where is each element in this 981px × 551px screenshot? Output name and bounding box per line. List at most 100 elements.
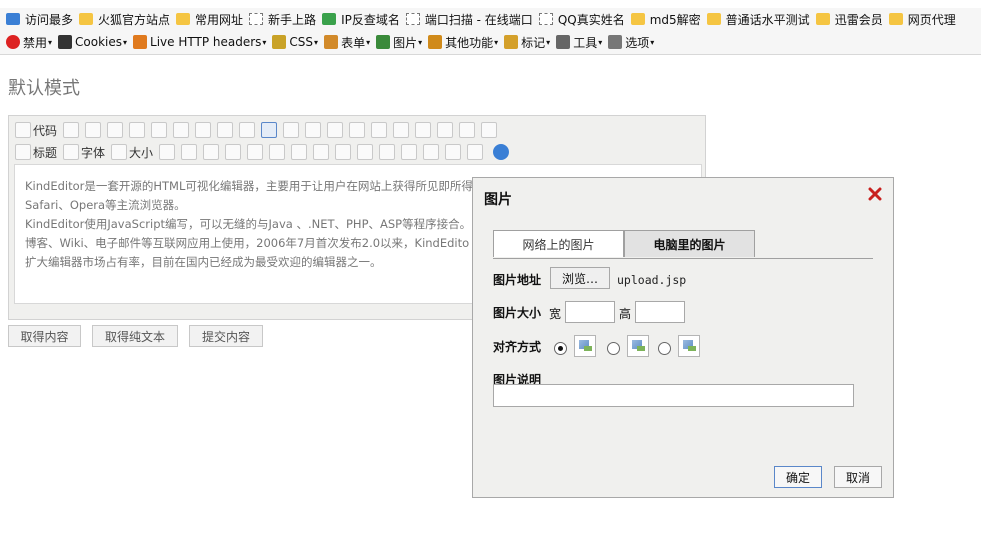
bookmark-label: 迅雷会员 (834, 12, 883, 27)
devbar-menu[interactable]: 其他功能 ▾ (428, 34, 498, 51)
folder-icon (79, 13, 94, 25)
headers-icon (133, 35, 148, 49)
font-button[interactable]: 字体 (63, 144, 105, 161)
height-input[interactable] (635, 301, 685, 323)
copy-icon[interactable] (173, 122, 190, 138)
width-input[interactable] (565, 301, 615, 323)
devbar-menu[interactable]: CSS ▾ (272, 35, 318, 49)
cancel-button[interactable]: 取消 (834, 466, 882, 488)
table-icon[interactable] (379, 144, 396, 160)
devbar-menu[interactable]: 图片 ▾ (376, 34, 422, 51)
preview-icon[interactable] (63, 122, 80, 138)
italic-icon[interactable] (225, 144, 242, 160)
about-icon[interactable] (493, 144, 510, 160)
cut-icon[interactable] (151, 122, 168, 138)
code-button[interactable]: 代码 (15, 122, 57, 139)
image-icon[interactable] (313, 144, 330, 160)
flash-icon[interactable] (335, 144, 352, 160)
misc-icon (428, 35, 443, 49)
devbar-menu[interactable]: Live HTTP headers ▾ (133, 35, 266, 49)
chevron-down-icon: ▾ (546, 37, 551, 47)
align-right-icon[interactable] (305, 122, 322, 138)
clear-format-icon[interactable] (481, 122, 498, 138)
bookmark-item[interactable]: 火狐官方站点 (79, 11, 170, 28)
disable-icon (6, 35, 20, 49)
devbar-menu[interactable]: 表单 ▾ (324, 34, 370, 51)
devbar-menu[interactable]: 工具 ▾ (556, 34, 602, 51)
underline-icon[interactable] (247, 144, 264, 160)
bookmark-item[interactable]: IP反查域名 (322, 11, 400, 28)
unlink-icon[interactable] (467, 144, 484, 160)
folder-icon (888, 13, 903, 25)
bookmark-item[interactable]: 常用网址 (176, 11, 243, 28)
font-icon (63, 144, 80, 160)
chevron-down-icon: ▾ (314, 37, 319, 47)
devbar-menu[interactable]: 禁用 ▾ (6, 34, 52, 51)
chevron-down-icon: ▾ (494, 37, 499, 47)
submit-button[interactable]: 提交内容 (189, 325, 263, 347)
page-icon (405, 13, 420, 25)
unordered-list-icon[interactable] (371, 122, 388, 138)
ok-button[interactable]: 确定 (774, 466, 822, 488)
tab-local-image[interactable]: 电脑里的图片 (624, 230, 755, 257)
align-left-radio[interactable] (607, 342, 620, 355)
outdent-icon[interactable] (415, 122, 432, 138)
image-dialog: 图片 网络上的图片 电脑里的图片 图片地址 浏览… upload.jsp 图片大… (472, 177, 894, 498)
align-right-radio[interactable] (658, 342, 671, 355)
paste-plain-icon[interactable] (217, 122, 234, 138)
superscript-icon[interactable] (459, 122, 476, 138)
media-icon[interactable] (357, 144, 374, 160)
strikethrough-icon[interactable] (269, 144, 286, 160)
link-icon[interactable] (445, 144, 462, 160)
bookmark-item[interactable]: QQ真实姓名 (538, 11, 625, 28)
indent-icon[interactable] (393, 122, 410, 138)
tab-remote-image[interactable]: 网络上的图片 (493, 230, 624, 257)
redo-icon[interactable] (107, 122, 124, 138)
align-justify-icon[interactable] (327, 122, 344, 138)
bookmark-item[interactable]: 普通话水平测试 (706, 11, 810, 28)
align-center-icon[interactable] (283, 122, 300, 138)
undo-icon[interactable] (85, 122, 102, 138)
devbar-menu[interactable]: 标记 ▾ (504, 34, 550, 51)
bold-icon[interactable] (203, 144, 220, 160)
bookmark-item[interactable]: 新手上路 (249, 11, 316, 28)
close-icon[interactable] (868, 187, 882, 201)
bookmark-label: 普通话水平测试 (725, 12, 810, 27)
web-developer-toolbar: 禁用 ▾ Cookies ▾ Live HTTP headers ▾ CSS ▾ 表单 ▾ 图片 ▾ 其… (0, 30, 981, 55)
bookmark-label: IP反查域名 (341, 12, 400, 27)
devbar-menu[interactable]: 选项 ▾ (608, 34, 654, 51)
browse-button[interactable]: 浏览… (550, 267, 610, 289)
print-icon[interactable] (129, 122, 146, 138)
get-html-button[interactable]: 取得内容 (8, 325, 81, 347)
globe-icon (322, 13, 337, 25)
description-input[interactable] (493, 384, 854, 407)
title-button[interactable]: 标题 (15, 144, 57, 161)
folder-icon (706, 13, 721, 25)
size-button[interactable]: 大小 (111, 144, 153, 161)
devbar-label: 表单 (341, 35, 366, 50)
ordered-list-icon[interactable] (349, 122, 366, 138)
devbar-label: 图片 (393, 35, 418, 50)
paste-word-icon[interactable] (239, 122, 256, 138)
size-label: 图片大小 (493, 306, 542, 320)
bookmark-item[interactable]: md5解密 (630, 11, 701, 28)
bookmark-item[interactable]: 网页代理 (888, 11, 956, 28)
bookmark-label: 网页代理 (907, 12, 956, 27)
bookmark-item[interactable]: 访问最多 (6, 11, 73, 28)
text-color-icon[interactable] (159, 144, 176, 160)
bookmark-label: 常用网址 (195, 12, 244, 27)
highlight-icon[interactable] (181, 144, 198, 160)
get-text-button[interactable]: 取得纯文本 (92, 325, 178, 347)
font-label: 字体 (81, 145, 106, 160)
horizontal-rule-icon[interactable] (401, 144, 418, 160)
remove-format-icon[interactable] (291, 144, 308, 160)
bookmark-item[interactable]: 端口扫描 - 在线端口 (405, 11, 533, 28)
emoticon-icon[interactable] (423, 144, 440, 160)
align-default-radio[interactable] (554, 342, 567, 355)
bookmark-item[interactable]: 迅雷会员 (815, 11, 883, 28)
align-left-icon[interactable] (261, 122, 278, 138)
devbar-label: 禁用 (23, 35, 48, 50)
devbar-menu[interactable]: Cookies ▾ (58, 35, 127, 49)
paste-icon[interactable] (195, 122, 212, 138)
subscript-icon[interactable] (437, 122, 454, 138)
